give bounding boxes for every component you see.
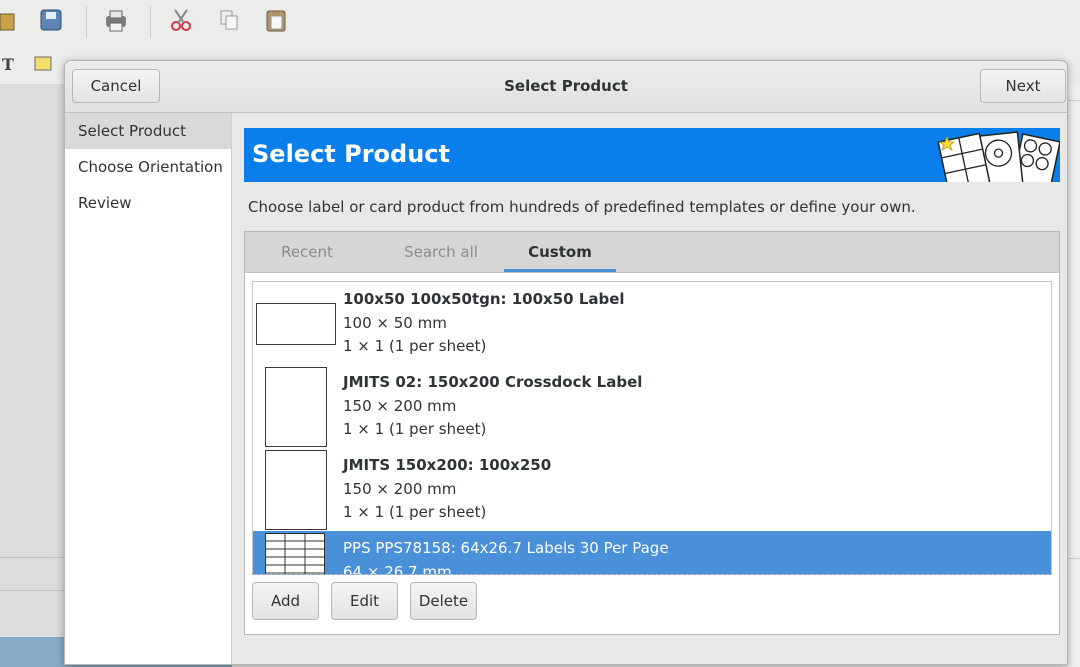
sidebar-item-select-product: Select Product [65,113,231,149]
print-icon[interactable] [104,9,128,33]
label-preview-icon [265,450,327,530]
background-toolbar [0,0,1080,45]
product-name: JMITS 150x200: 100x250 [343,456,552,474]
sidebar-item-choose-orientation: Choose Orientation [78,158,223,176]
list-focus-edge [252,574,1052,575]
product-dimensions: 150 × 200 mm [343,397,457,415]
product-name: PPS PPS78158: 64x26.7 Labels 30 Per Page [343,539,669,557]
list-item-selected[interactable]: PPS PPS78158: 64x26.7 Labels 30 Per Page… [253,531,1051,574]
background-canvas-edge [0,84,64,667]
list-item[interactable]: JMITS 02: 150x200 Crossdock Label 150 × … [253,365,1051,448]
sidebar-item-review: Review [78,194,132,212]
product-layout: 1 × 1 (1 per sheet) [343,337,487,355]
product-dimensions: 150 × 200 mm [343,480,457,498]
dialog-title: Select Product [504,77,628,95]
edit-button[interactable]: Edit [331,582,398,620]
text-tool-icon[interactable]: T [2,56,16,72]
list-item[interactable]: JMITS 150x200: 100x250 150 × 200 mm 1 × … [253,448,1051,531]
list-item[interactable]: 100x50 100x50tgn: 100x50 Label 100 × 50 … [253,282,1051,365]
label-preview-icon [265,367,327,447]
page-banner: Select Product [244,128,1060,182]
tab-custom[interactable]: Custom [504,232,616,272]
product-name: 100x50 100x50tgn: 100x50 Label [343,290,625,308]
label-sheets-icon [937,131,1060,182]
dialog-header: Cancel Select Product Next [65,61,1067,113]
select-product-page: Select Product Choose label or card prod… [232,113,1067,664]
delete-button[interactable]: Delete [410,582,477,620]
banner-title: Select Product [252,140,450,168]
product-layout: 1 × 1 (1 per sheet) [343,503,487,521]
product-dimensions: 100 × 50 mm [343,314,447,332]
cut-icon[interactable] [170,8,192,32]
product-layout: 1 × 1 (1 per sheet) [343,420,487,438]
save-icon[interactable] [40,8,62,32]
label-preview-icon [256,303,336,345]
box-tool-icon[interactable] [34,56,52,72]
sheet-grid-preview-icon [265,533,325,574]
custom-product-list: 100x50 100x50tgn: 100x50 Label 100 × 50 … [252,281,1052,575]
new-label-dialog: Cancel Select Product Next Select Produc… [64,60,1068,665]
next-button[interactable]: Next [980,69,1066,103]
assistant-sidebar: Select Product Choose Orientation Review [65,113,232,664]
product-notebook: Recent Search all Custom 100x50 100x50tg… [244,231,1060,635]
product-name: JMITS 02: 150x200 Crossdock Label [343,373,643,391]
tab-search-all[interactable]: Search all [379,232,503,272]
copy-icon[interactable] [219,8,239,32]
open-folder-icon[interactable] [0,10,18,32]
tab-recent[interactable]: Recent [257,232,357,272]
product-tabs: Recent Search all Custom [245,232,1059,273]
paste-icon[interactable] [265,7,287,33]
page-description: Choose label or card product from hundre… [248,198,916,216]
add-button[interactable]: Add [252,582,319,620]
svg-text:T: T [2,56,14,72]
